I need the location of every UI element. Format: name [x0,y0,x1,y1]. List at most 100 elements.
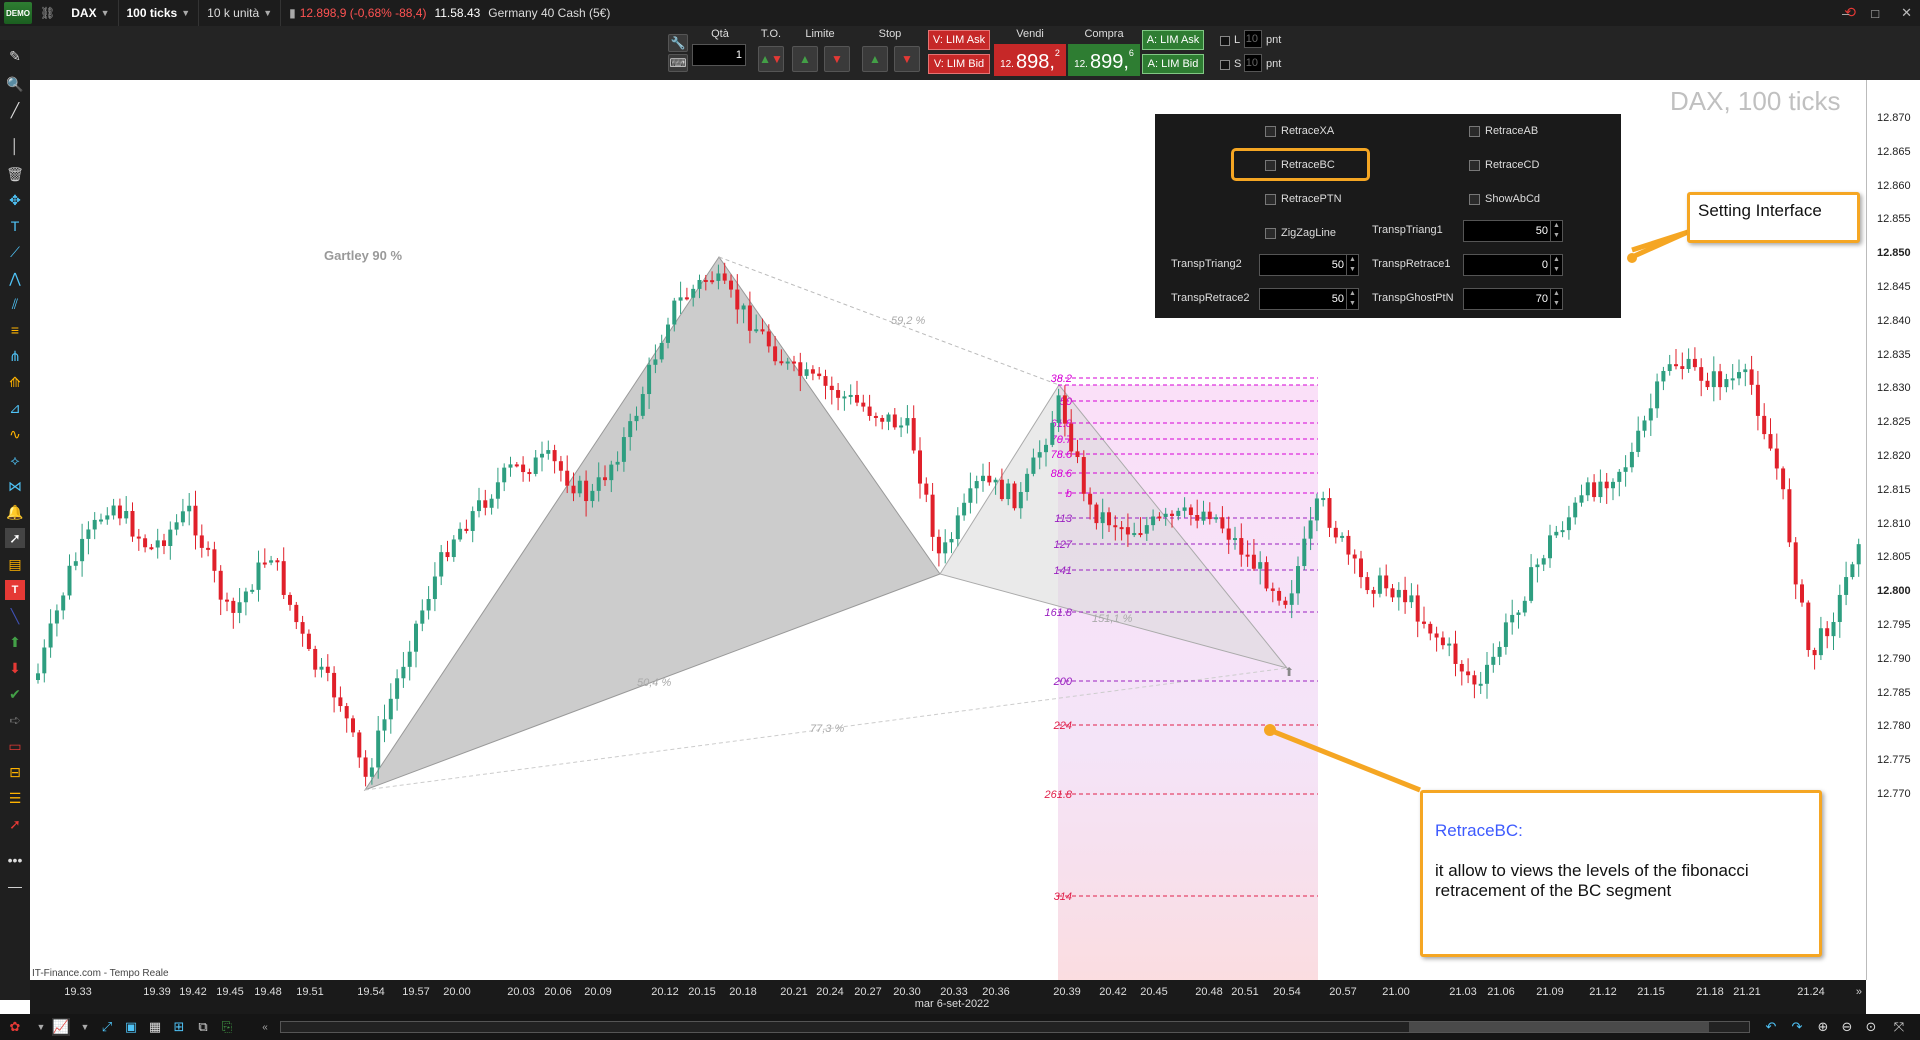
maximize-icon[interactable]: □ [1871,6,1879,21]
share-icon[interactable]: ⤢ [98,1018,116,1036]
transp-ghost-input[interactable]: 70 ▲ ▼ [1463,288,1563,310]
transp-triang2-input[interactable]: 50 ▲ ▼ [1259,254,1359,276]
scrollbar-thumb[interactable] [1409,1022,1709,1032]
v-lim-bid-button[interactable]: V: LIM Bid [928,54,990,74]
redo-icon[interactable]: ↷ [1788,1018,1806,1036]
transp-triang1-input[interactable]: 50 ▲ ▼ [1463,220,1563,242]
gann-tool-icon[interactable]: ⊿ [5,398,25,418]
calendar-icon[interactable]: ▦ [146,1018,164,1036]
fan-tool-icon[interactable]: ⟰ [5,372,25,392]
zoom-fit-icon[interactable]: ⊙ [1862,1018,1880,1036]
dropdown-icon[interactable]: ▼ [32,1018,50,1036]
limit-buy-button[interactable]: ▲ [792,46,818,72]
spinner-icon[interactable]: ▲ ▼ [1550,255,1562,275]
palette-icon[interactable]: ✿ [6,1018,24,1036]
ruler-icon[interactable]: ▤ [5,554,25,574]
to-order-button[interactable]: ▲ ▼ [758,46,784,72]
close-icon[interactable]: ✕ [1901,5,1912,21]
arrow-down-icon[interactable]: ⬇ [5,658,25,678]
fit-screen-icon[interactable]: ⤧ [1890,1018,1908,1036]
camera-icon[interactable]: ⧉ [194,1018,212,1036]
s-checkbox[interactable] [1220,60,1230,70]
trash-icon[interactable]: 🗑 [5,164,25,184]
spinner-icon[interactable]: ▲ ▼ [1550,289,1562,309]
time-axis[interactable]: mar 6-set-2022 » 19.33 19.39 19.42 19.45 19.… [30,980,1866,1014]
brush-icon[interactable]: ╲ [5,606,25,626]
checkbox-box[interactable] [1469,193,1480,205]
retrace-ptn-checkbox[interactable]: RetracePTN [1265,193,1342,205]
pattern-tool-icon[interactable]: ⟡ [5,450,25,470]
layout-icon[interactable]: ⊞ [170,1018,188,1036]
checkbox-box[interactable] [1265,227,1276,239]
l-value-input[interactable]: 10 [1244,30,1262,48]
stop-sell-button[interactable]: ▼ [894,46,920,72]
zoom-out-icon[interactable]: ⊖ [1838,1018,1856,1036]
limit-sell-button[interactable]: ▼ [824,46,850,72]
dropdown-icon-2[interactable]: ▼ [76,1018,94,1036]
wrench-icon[interactable]: 🔧 [668,34,688,52]
measure-icon[interactable]: ⊟ [5,762,25,782]
qty-input[interactable]: 1 [692,44,746,66]
interval-selector[interactable]: 100 ticks ▼ [119,0,200,26]
minus-icon[interactable]: — [5,876,25,896]
horizontal-scrollbar[interactable] [280,1021,1750,1033]
transp-retrace2-input[interactable]: 50 ▲ ▼ [1259,288,1359,310]
spinner-icon[interactable]: ▲ ▼ [1346,289,1358,309]
s-value-input[interactable]: 10 [1244,54,1262,72]
checkmark-icon[interactable]: ✔ [5,684,25,704]
retrace-xa-checkbox[interactable]: RetraceXA [1265,125,1334,137]
pencil-icon[interactable]: ✎ [5,46,25,66]
channel-tool-icon[interactable]: ⫽ [5,294,25,314]
text-box-icon[interactable]: T [5,580,25,600]
spinner-icon[interactable]: ▲ ▼ [1550,221,1562,241]
text-tool-icon[interactable]: T [5,216,25,236]
checkbox-box[interactable] [1265,193,1276,205]
red-arrow-icon[interactable]: ➚ [5,814,25,834]
arrow-up-icon[interactable]: ⬆ [5,632,25,652]
pitchfork-tool-icon[interactable]: ⋔ [5,346,25,366]
retrace-ab-checkbox[interactable]: RetraceAB [1469,125,1538,137]
zoom-icon[interactable]: 🔍 [5,74,25,94]
export-icon[interactable]: ⎘ [218,1018,236,1036]
a-lim-ask-button[interactable]: A: LIM Ask [1142,30,1204,50]
wave-tool-icon[interactable]: ⋈ [5,476,25,496]
window-icon[interactable]: ▣ [122,1018,140,1036]
buy-price-button[interactable]: 12. 899, 6 [1068,44,1140,76]
cycles-tool-icon[interactable]: ∿ [5,424,25,444]
unit-selector[interactable]: 10 k unità ▼ [199,0,282,26]
checkbox-box[interactable] [1469,159,1480,171]
fibonacci-tool-icon[interactable]: ≡ [5,320,25,340]
show-abcd-checkbox[interactable]: ShowAbCd [1469,193,1540,205]
alarm-icon[interactable]: 🔔 [5,502,25,522]
trend-tool-icon[interactable]: ⟋ [5,242,25,262]
v-lim-ask-button[interactable]: V: LIM Ask [928,30,990,50]
checkbox-box[interactable] [1265,125,1276,137]
minimize-icon[interactable]: – [1842,6,1849,21]
stop-buy-button[interactable]: ▲ [862,46,888,72]
cursor-icon[interactable]: ➚ [5,528,25,548]
link-icon[interactable]: ⛓ [32,0,63,26]
chart-type-icon[interactable]: 📈 [52,1018,70,1036]
checkbox-box[interactable] [1469,125,1480,137]
transp-retrace1-input[interactable]: 0 ▲ ▼ [1463,254,1563,276]
zoom-in-icon[interactable]: ⊕ [1814,1018,1832,1036]
undo-icon[interactable]: ↶ [1762,1018,1780,1036]
spinner-icon[interactable]: ▲ ▼ [1346,255,1358,275]
eraser-icon[interactable]: ▭ [5,736,25,756]
sell-price-button[interactable]: 12. 898, 2 [994,44,1066,76]
arrow-right-icon[interactable]: ➪ [5,710,25,730]
price-axis[interactable]: 12.870 12.865 12.860 12.855 12.850 12.845 12.8… [1866,80,1920,980]
zigzag-tool-icon[interactable]: ⋀ [5,268,25,288]
line-tool-icon[interactable]: ╱ [5,100,25,120]
l-checkbox[interactable] [1220,36,1230,46]
symbol-selector[interactable]: DAX ▼ [63,0,119,26]
vertical-line-icon[interactable]: │ [5,136,25,156]
layers-icon[interactable]: ☰ [5,788,25,808]
scroll-left-icon[interactable]: « [256,1018,274,1036]
retrace-cd-checkbox[interactable]: RetraceCD [1469,159,1539,171]
move-icon[interactable]: ✥ [5,190,25,210]
keyboard-icon[interactable]: ⌨ [668,54,688,72]
expand-icon[interactable]: » [1856,986,1862,998]
more-icon[interactable]: ••• [5,850,25,870]
a-lim-bid-button[interactable]: A: LIM Bid [1142,54,1204,74]
